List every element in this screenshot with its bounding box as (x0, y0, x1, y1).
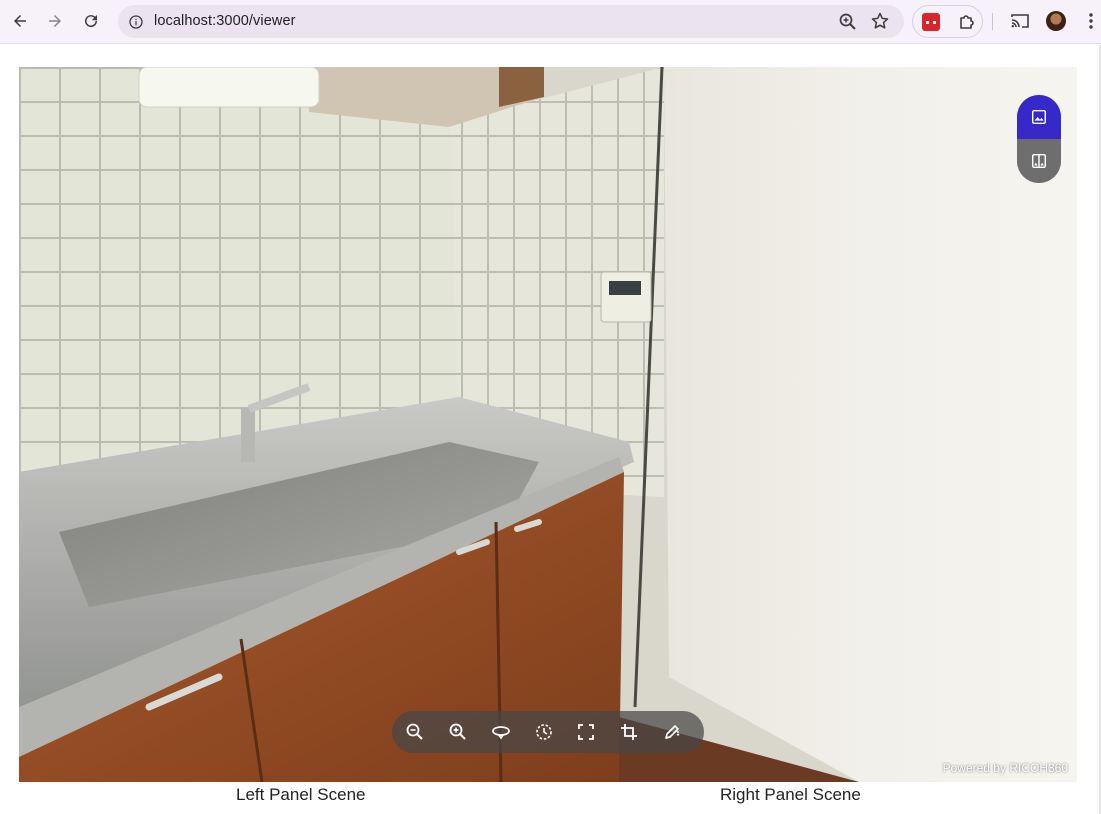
back-arrow-icon[interactable] (8, 9, 32, 33)
url-text: localhost:3000/viewer (154, 13, 296, 29)
crop-icon[interactable] (619, 721, 640, 743)
split-view-button[interactable] (1017, 139, 1061, 183)
powered-by-label: Powered by RICOH360 (942, 761, 1068, 775)
panorama-scene (19, 67, 1077, 782)
puzzle-icon[interactable] (957, 12, 977, 32)
extensions-group (912, 5, 983, 38)
site-info-icon[interactable] (126, 12, 146, 32)
right-panel-caption: Right Panel Scene (720, 785, 861, 804)
reload-icon[interactable] (79, 9, 103, 33)
single-view-button[interactable] (1017, 95, 1061, 139)
image-icon (1031, 109, 1047, 125)
edit-icon[interactable] (661, 721, 682, 743)
left-panel-caption: Left Panel Scene (236, 785, 366, 804)
split-view-icon (1031, 153, 1047, 169)
auto-rotate-icon[interactable] (533, 721, 554, 743)
address-bar[interactable]: localhost:3000/viewer (118, 5, 904, 38)
panorama-viewer[interactable]: Powered by RICOH360 (19, 67, 1077, 782)
forward-arrow-icon[interactable] (43, 9, 67, 33)
rotate-icon[interactable] (490, 721, 511, 743)
bookmark-star-icon[interactable] (870, 11, 890, 31)
viewer-toolbar (392, 711, 704, 753)
browser-toolbar: localhost:3000/viewer (0, 0, 1101, 44)
cast-icon[interactable] (1010, 11, 1030, 31)
profile-avatar[interactable] (1046, 11, 1066, 31)
toolbar-divider (992, 13, 993, 30)
zoom-icon[interactable] (838, 12, 858, 32)
fullscreen-icon[interactable] (576, 721, 597, 743)
zoom-out-icon[interactable] (405, 721, 426, 743)
view-mode-toggle (1017, 95, 1061, 183)
extension-icon[interactable] (922, 13, 940, 31)
zoom-in-icon[interactable] (448, 721, 469, 743)
kebab-menu-icon[interactable] (1084, 11, 1098, 31)
